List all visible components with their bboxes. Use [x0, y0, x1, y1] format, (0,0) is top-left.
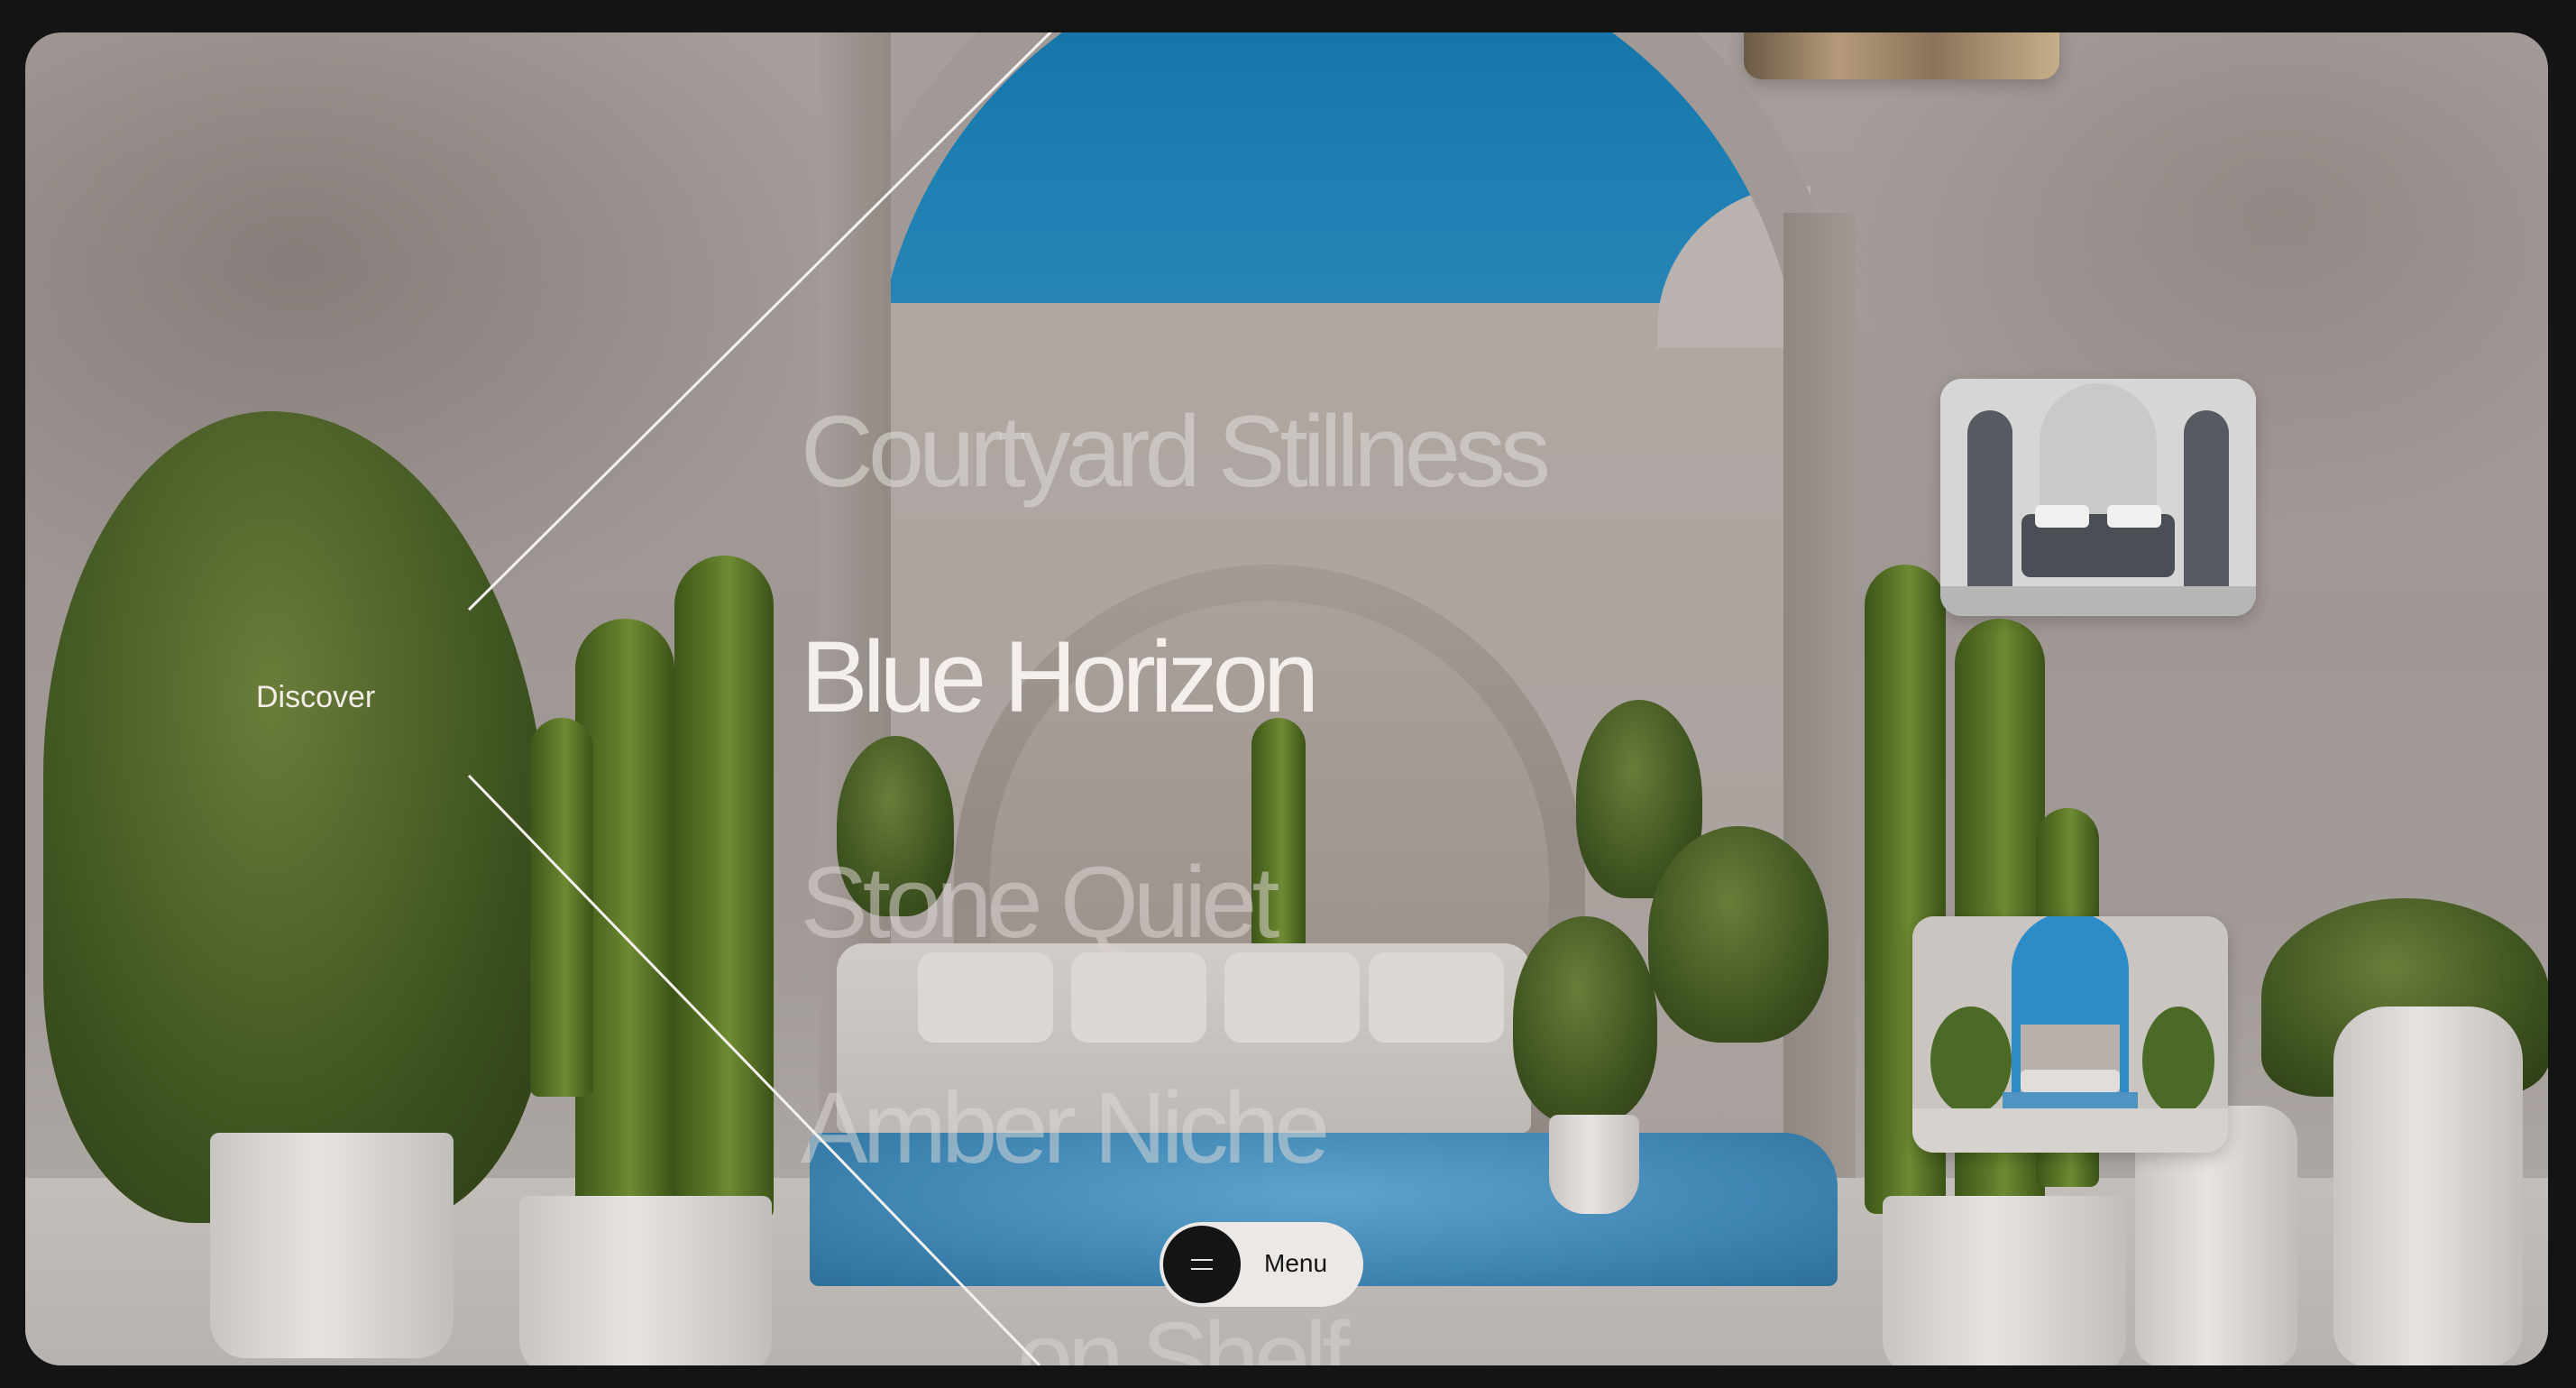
menu-label: Menu: [1264, 1249, 1328, 1277]
menu-button[interactable]: Menu: [1160, 1222, 1363, 1307]
hero-scene: Courtyard Stillness Blue Horizon Stone Q…: [25, 32, 2548, 1365]
discover-wedge-lines: [467, 32, 1053, 1365]
hamburger-icon[interactable]: [1163, 1226, 1241, 1303]
discover-link[interactable]: Discover: [256, 680, 375, 715]
